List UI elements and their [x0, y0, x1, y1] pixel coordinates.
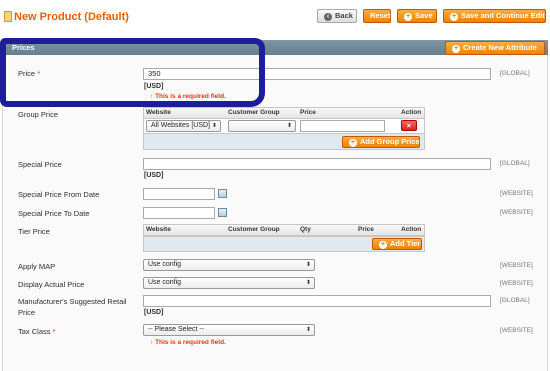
tier-price-grid-footer: + Add Tier	[144, 236, 424, 251]
back-button[interactable]: ‹ Back	[317, 9, 357, 23]
price-scope: [GLOBAL]	[500, 70, 530, 77]
group-price-grid-header: Website Customer Group Price Action	[144, 108, 424, 119]
tax-class-label: Tax Class *	[18, 327, 56, 336]
calendar-icon[interactable]	[218, 208, 227, 217]
save-continue-label: Save and Continue Edit	[461, 11, 545, 20]
delete-row-button[interactable]: ×	[401, 120, 417, 131]
error-arrow-icon: ↑	[150, 339, 154, 346]
add-tier-button[interactable]: + Add Tier	[372, 238, 422, 250]
apply-map-label: Apply MAP	[18, 262, 56, 271]
display-actual-price-scope: [WEBSITE]	[500, 280, 533, 287]
plus-icon: +	[349, 139, 357, 147]
msrp-label: Manufacturer's Suggested Retail	[18, 297, 127, 306]
apply-map-select[interactable]: Use config ⬍	[143, 259, 315, 271]
apply-map-scope: [WEBSITE]	[500, 262, 533, 269]
msrp-currency: [USD]	[144, 309, 164, 316]
group-customer-select[interactable]: ⬍	[228, 120, 296, 132]
tax-class-select[interactable]: -- Please Select -- ⬍	[143, 324, 315, 336]
back-arrow-icon: ‹	[324, 13, 332, 21]
highlight-annotation	[0, 38, 265, 107]
group-price-grid: Website Customer Group Price Action All …	[143, 107, 425, 150]
save-continue-icon: +	[450, 13, 458, 21]
reset-button[interactable]: Reset	[363, 9, 391, 23]
tax-class-scope: [WEBSITE]	[500, 327, 533, 334]
special-from-label: Special Price From Date	[18, 190, 100, 199]
display-actual-price-label: Display Actual Price	[18, 280, 85, 289]
msrp-scope: [GLOBAL]	[500, 297, 530, 304]
group-website-select[interactable]: All Websites [USD] ⬍	[146, 120, 221, 132]
special-price-currency: [USD]	[144, 172, 164, 179]
page-header: New Product (Default) ‹ Back Reset + Save …	[0, 0, 550, 36]
page-title: New Product (Default)	[14, 11, 129, 23]
tax-class-error: ↑ This is a required field.	[150, 339, 226, 346]
delete-icon: ×	[406, 121, 412, 130]
group-price-input[interactable]	[300, 120, 385, 132]
msrp-label-line2: Price	[18, 308, 36, 317]
group-price-row: All Websites [USD] ⬍ ⬍ ×	[144, 119, 424, 133]
tier-price-grid-header: Website Customer Group Qty Price Action	[144, 225, 424, 236]
special-from-input[interactable]	[143, 188, 215, 200]
group-price-label: Group Price	[18, 110, 59, 119]
special-from-scope: [WEBSITE]	[500, 190, 533, 197]
msrp-input[interactable]	[143, 295, 491, 307]
special-price-input[interactable]	[143, 158, 491, 170]
reset-button-label: Reset	[370, 11, 391, 20]
save-button[interactable]: + Save	[397, 9, 437, 23]
product-icon	[4, 11, 12, 22]
special-price-label: Special Price	[18, 160, 62, 169]
create-attribute-label: Create New Attribute	[463, 43, 537, 52]
special-price-scope: [GLOBAL]	[500, 160, 530, 167]
special-to-input[interactable]	[143, 207, 215, 219]
display-actual-price-select[interactable]: Use config ⬍	[143, 277, 315, 289]
special-to-label: Special Price To Date	[18, 209, 90, 218]
plus-icon: +	[452, 45, 460, 53]
create-attribute-button[interactable]: + Create New Attribute	[445, 41, 545, 55]
plus-icon: +	[379, 241, 387, 249]
save-continue-button[interactable]: + Save and Continue Edit	[443, 9, 546, 23]
save-icon: +	[404, 13, 412, 21]
back-button-label: Back	[335, 11, 353, 20]
tier-price-grid: Website Customer Group Qty Price Action …	[143, 224, 425, 252]
group-price-grid-footer: + Add Group Price	[144, 133, 424, 149]
save-button-label: Save	[415, 11, 433, 20]
calendar-icon[interactable]	[218, 189, 227, 198]
add-group-price-button[interactable]: + Add Group Price	[342, 136, 420, 148]
special-to-scope: [WEBSITE]	[500, 209, 533, 216]
tier-price-label: Tier Price	[18, 227, 50, 236]
